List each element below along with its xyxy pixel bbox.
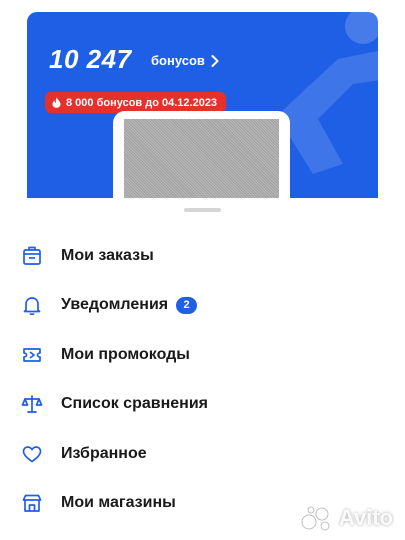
chevron-right-icon — [211, 54, 219, 67]
bonus-label: бонусов — [151, 53, 205, 68]
notification-count-badge: 2 — [176, 296, 198, 314]
ticket-icon — [20, 343, 44, 367]
bottom-sheet: Мои заказы Уведомления 2 Мои промокоды С… — [0, 198, 405, 540]
menu-item-label: Уведомления — [61, 296, 169, 313]
watermark-text: Avito — [338, 505, 393, 530]
avito-logo-icon — [301, 506, 330, 531]
menu-item-label: Избранное — [61, 445, 147, 462]
menu-item-label: Список сравнения — [61, 395, 208, 412]
scales-icon — [20, 392, 44, 416]
flame-icon — [52, 97, 61, 108]
menu-item-notifications[interactable]: Уведомления 2 — [20, 287, 380, 323]
drag-handle[interactable] — [184, 208, 221, 212]
menu-item-promocodes[interactable]: Мои промокоды — [20, 337, 380, 373]
menu-item-label: Мои магазины — [61, 494, 176, 511]
menu-item-label: Мои промокоды — [61, 346, 190, 363]
menu-item-orders[interactable]: Мои заказы — [20, 238, 380, 274]
bell-icon — [20, 293, 44, 317]
loyalty-card[interactable]: 10 247 бонусов 8 000 бонусов до 04.12.20… — [27, 12, 378, 227]
bonus-expiry-text: 8 000 бонусов до 04.12.2023 — [66, 96, 218, 109]
menu-item-compare[interactable]: Список сравнения — [20, 386, 380, 422]
bonus-expiry-badge: 8 000 бонусов до 04.12.2023 — [45, 92, 227, 113]
bonus-link[interactable]: бонусов — [151, 53, 219, 68]
store-icon — [20, 491, 44, 515]
shop-box-icon — [20, 244, 44, 268]
bonus-amount: 10 247 — [49, 44, 132, 74]
heart-icon — [20, 442, 44, 466]
menu-item-label: Мои заказы — [61, 247, 154, 264]
avito-watermark: Avito — [300, 505, 393, 531]
menu-item-favorites[interactable]: Избранное — [20, 436, 380, 472]
